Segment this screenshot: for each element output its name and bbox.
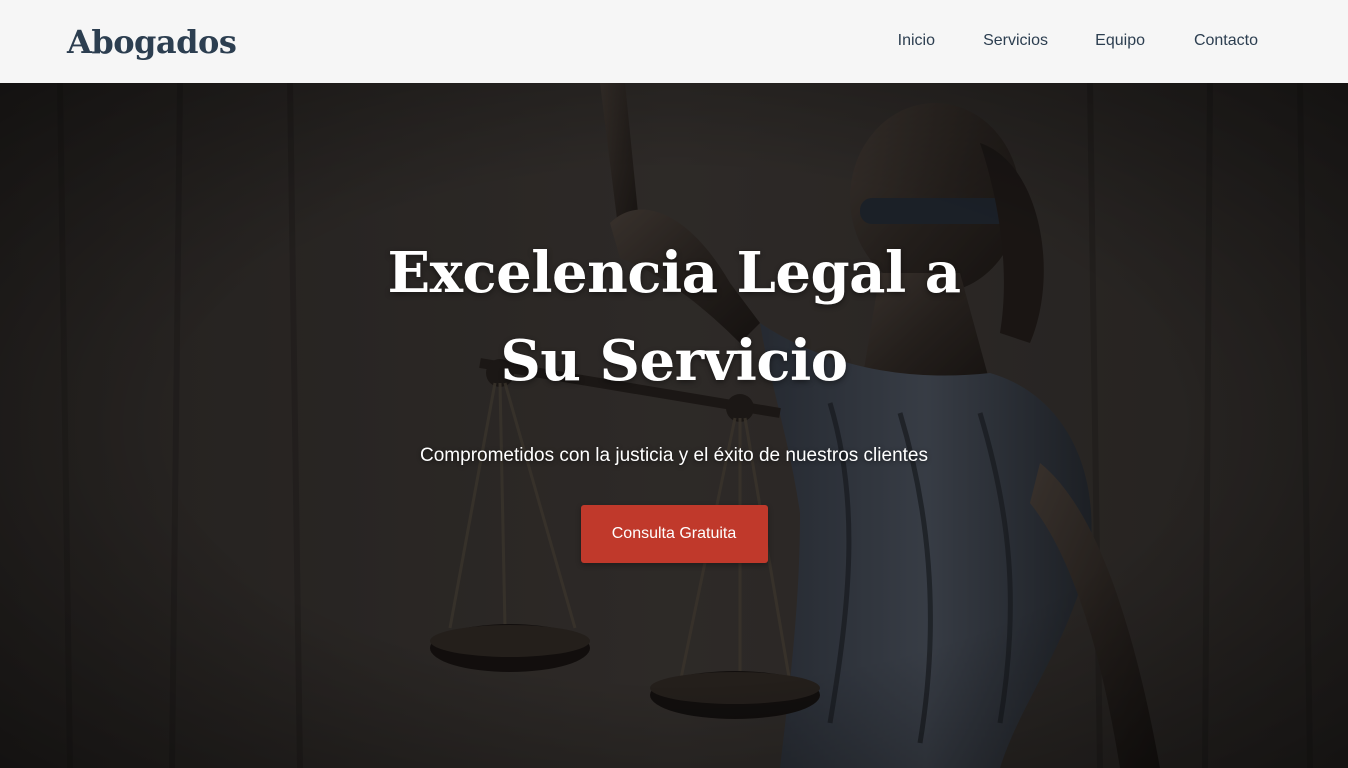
hero-section: Excelencia Legal a Su Servicio Compromet… [0, 83, 1348, 768]
brand-logo[interactable]: Abogados [67, 22, 237, 62]
hero-content: Excelencia Legal a Su Servicio Compromet… [0, 229, 1348, 563]
site-header: Abogados Inicio Servicios Equipo Contact… [0, 0, 1348, 83]
nav-link-equipo[interactable]: Equipo [1095, 30, 1145, 52]
hero-title: Excelencia Legal a Su Servicio [387, 240, 961, 394]
nav-link-inicio[interactable]: Inicio [898, 30, 935, 52]
hero-subtitle: Comprometidos con la justicia y el éxito… [420, 445, 928, 466]
nav-link-contacto[interactable]: Contacto [1194, 30, 1258, 52]
nav-link-servicios[interactable]: Servicios [983, 30, 1048, 52]
consulta-gratuita-button[interactable]: Consulta Gratuita [580, 505, 768, 563]
